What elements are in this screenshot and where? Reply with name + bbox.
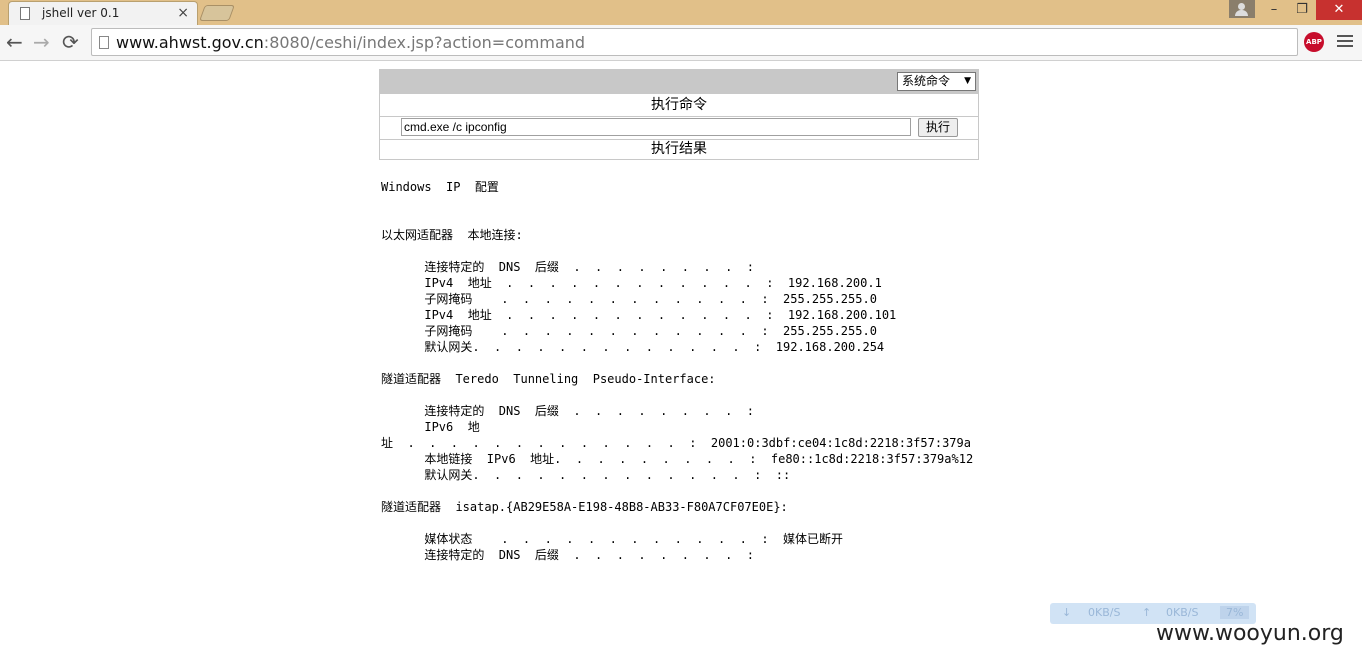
maximize-button[interactable]: ❐ — [1288, 0, 1316, 20]
output-line: 媒体状态 . . . . . . . . . . . . : 媒体已断开 — [381, 532, 844, 546]
output-line: 隧道适配器 isatap.{AB29E58A-E198-48B8-AB33-F8… — [381, 500, 788, 514]
output-line: 以太网适配器 本地连接: — [381, 228, 523, 242]
panel-header: 系统命令 ▼ — [380, 70, 978, 94]
output-line: 子网掩码 . . . . . . . . . . . . : 255.255.2… — [381, 292, 877, 306]
back-icon[interactable]: ← — [6, 31, 23, 53]
tab-title: jshell ver 0.1 — [42, 6, 120, 20]
output-line: 连接特定的 DNS 后缀 . . . . . . . . : — [381, 404, 754, 418]
output-line: 本地链接 IPv6 地址. . . . . . . . . : fe80::1c… — [381, 452, 974, 466]
output-line: 默认网关. . . . . . . . . . . . . : :: — [381, 468, 791, 482]
command-row: cmd.exe /c ipconfig 执行 — [380, 116, 978, 140]
url-text[interactable]: www.ahwst.gov.cn:8080/ceshi/index.jsp?ac… — [116, 33, 585, 52]
minimize-button[interactable]: – — [1260, 0, 1288, 20]
output-line: 默认网关. . . . . . . . . . . . . : 192.168.… — [381, 340, 885, 354]
url-host: www.ahwst.gov.cn — [116, 33, 264, 52]
output-line: 连接特定的 DNS 后缀 . . . . . . . . : — [381, 548, 754, 562]
menu-icon[interactable] — [1337, 32, 1353, 52]
command-panel: 系统命令 ▼ 执行命令 cmd.exe /c ipconfig 执行 执行结果 — [379, 69, 979, 160]
watermark: www.wooyun.org — [1156, 621, 1344, 646]
tab-strip: jshell ver 0.1 × – ❐ ✕ — [0, 0, 1362, 25]
command-output: Windows IP 配置以太网适配器 本地连接: 连接特定的 DNS 后缀 .… — [381, 179, 973, 563]
page-icon — [20, 7, 30, 20]
reload-icon[interactable]: ⟳ — [62, 31, 79, 53]
download-arrow-icon: ↓ — [1062, 606, 1072, 619]
browser-toolbar: ← → ⟳ www.ahwst.gov.cn:8080/ceshi/index.… — [0, 25, 1362, 61]
output-line: 子网掩码 . . . . . . . . . . . . : 255.255.2… — [381, 324, 877, 338]
user-profile-icon[interactable] — [1229, 0, 1255, 18]
browser-tab[interactable]: jshell ver 0.1 × — [8, 1, 198, 25]
upload-arrow-icon: ↑ — [1142, 606, 1152, 619]
command-input[interactable]: cmd.exe /c ipconfig — [401, 118, 911, 136]
mode-select-value: 系统命令 — [902, 74, 951, 88]
chevron-down-icon: ▼ — [964, 76, 971, 86]
output-line: IPv4 地址 . . . . . . . . . . . . : 192.16… — [381, 308, 897, 322]
address-bar[interactable]: www.ahwst.gov.cn:8080/ceshi/index.jsp?ac… — [91, 28, 1298, 56]
new-tab-button[interactable] — [199, 5, 235, 21]
adblock-icon[interactable]: ABP — [1304, 32, 1324, 52]
upload-speed: 0KB/S — [1166, 606, 1199, 619]
output-line: Windows IP 配置 — [381, 180, 499, 194]
exec-command-label: 执行命令 — [380, 94, 978, 117]
exec-result-label: 执行结果 — [651, 141, 707, 157]
output-line: 隧道适配器 Teredo Tunneling Pseudo-Interface: — [381, 372, 716, 386]
output-line: IPv4 地址 . . . . . . . . . . . . : 192.16… — [381, 276, 882, 290]
execute-button[interactable]: 执行 — [918, 118, 958, 137]
forward-icon[interactable]: → — [33, 31, 50, 53]
close-window-button[interactable]: ✕ — [1316, 0, 1362, 20]
url-path: :8080/ceshi/index.jsp?action=command — [263, 33, 586, 52]
download-speed: 0KB/S — [1088, 606, 1121, 619]
cpu-usage: 7% — [1220, 606, 1250, 619]
mode-select[interactable]: 系统命令 ▼ — [897, 72, 976, 91]
page-icon — [99, 36, 109, 49]
output-line: 址 . . . . . . . . . . . . . : 2001:0:3db… — [381, 436, 971, 450]
output-line: 连接特定的 DNS 后缀 . . . . . . . . : — [381, 260, 754, 274]
output-line: IPv6 地 — [381, 420, 480, 434]
tab-close-icon[interactable]: × — [177, 5, 189, 21]
